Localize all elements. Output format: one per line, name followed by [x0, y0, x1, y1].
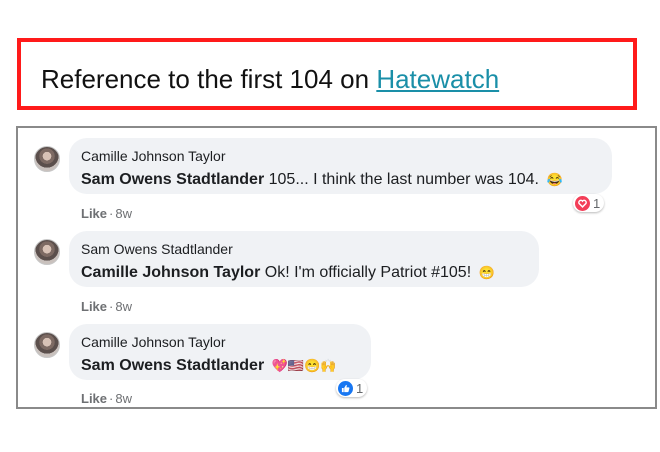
mention-link[interactable]: Camille Johnson Taylor	[81, 264, 260, 281]
mention-link[interactable]: Sam Owens Stadtlander	[81, 357, 264, 374]
emoji-group-icon: 💖🇺🇸😁🙌	[271, 357, 337, 373]
comment-time[interactable]: 8w	[115, 299, 132, 314]
comment-meta: Like · 8w	[81, 391, 132, 406]
banner-text: Reference to the first 104 on Hatewatch	[41, 64, 499, 95]
comment-time[interactable]: 8w	[115, 391, 132, 406]
avatar[interactable]	[34, 239, 60, 265]
reaction-badge[interactable]: 1	[336, 379, 368, 397]
like-link[interactable]: Like	[81, 391, 107, 406]
comment-time[interactable]: 8w	[115, 206, 132, 221]
comment-body: Sam Owens Stadtlander 💖🇺🇸😁🙌	[81, 357, 336, 375]
comment-body: Camille Johnson Taylor Ok! I'm officiall…	[81, 264, 495, 282]
comment-meta: Like · 8w	[81, 299, 132, 314]
like-link[interactable]: Like	[81, 206, 107, 221]
comment-meta: Like · 8w	[81, 206, 132, 221]
banner-label: Reference to the first 104 on	[41, 64, 377, 94]
comment-bubble: Camille Johnson Taylor Sam Owens Stadtla…	[69, 138, 612, 194]
like-link[interactable]: Like	[81, 299, 107, 314]
comment-thread: Camille Johnson Taylor Sam Owens Stadtla…	[16, 126, 657, 409]
thumbs-up-reaction-icon	[338, 380, 353, 396]
comment-author[interactable]: Camille Johnson Taylor	[81, 148, 225, 164]
reaction-count: 1	[356, 380, 364, 396]
avatar[interactable]	[34, 332, 60, 358]
reaction-count: 1	[593, 195, 601, 211]
comment-author[interactable]: Sam Owens Stadtlander	[81, 241, 233, 257]
mention-link[interactable]: Sam Owens Stadtlander	[81, 171, 264, 188]
grinning-emoji-icon: 😁	[478, 264, 495, 280]
comment-text: 105... I think the last number was 104.	[264, 171, 544, 188]
reaction-badge[interactable]: 1	[573, 194, 605, 212]
comment-body: Sam Owens Stadtlander 105... I think the…	[81, 171, 563, 189]
comment-author[interactable]: Camille Johnson Taylor	[81, 334, 225, 350]
separator-dot: ·	[109, 299, 114, 314]
hatewatch-link[interactable]: Hatewatch	[376, 64, 499, 94]
separator-dot: ·	[109, 206, 114, 221]
reference-banner: Reference to the first 104 on Hatewatch	[17, 38, 637, 110]
laughing-emoji-icon: 😂	[546, 171, 563, 187]
comment-text	[264, 357, 268, 374]
comment-bubble: Camille Johnson Taylor Sam Owens Stadtla…	[69, 324, 371, 380]
comment-text: Ok! I'm officially Patriot #105!	[260, 264, 476, 281]
comment-bubble: Sam Owens Stadtlander Camille Johnson Ta…	[69, 231, 539, 287]
avatar[interactable]	[34, 146, 60, 172]
heart-reaction-icon	[575, 195, 590, 211]
separator-dot: ·	[109, 391, 114, 406]
